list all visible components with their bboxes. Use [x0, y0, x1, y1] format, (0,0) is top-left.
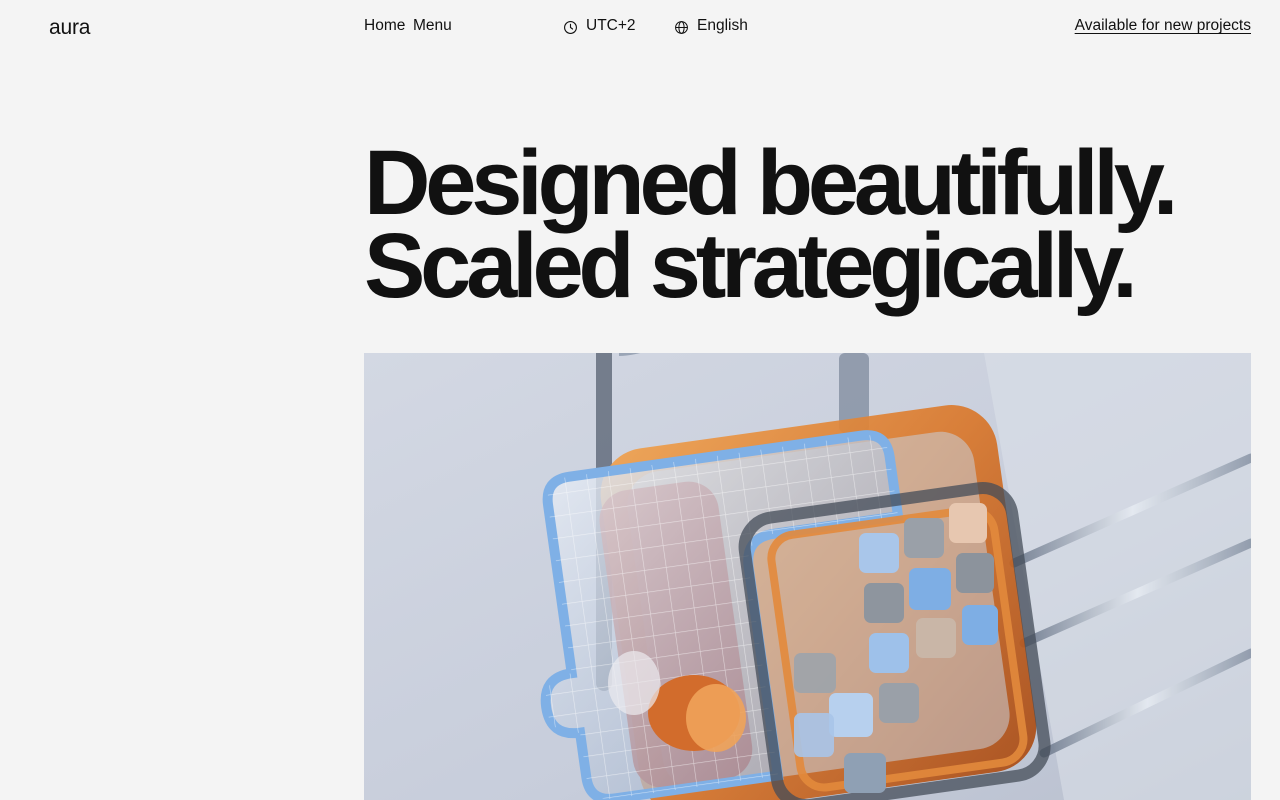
logo[interactable]: aura: [49, 16, 90, 40]
nav-link-home[interactable]: Home: [364, 17, 405, 35]
clock-icon: [563, 18, 578, 35]
glass-puzzle-illustration: [364, 353, 1251, 800]
top-nav-bar: aura Home Menu UTC+2 English Available f…: [0, 0, 1280, 56]
headline-line-2: Scaled strategically.: [364, 215, 1138, 317]
globe-icon: [674, 18, 689, 35]
language-selector[interactable]: English: [674, 17, 748, 35]
language-label: English: [697, 17, 748, 34]
hero-headline: Designed beautifully. Scaled strategical…: [364, 132, 1254, 317]
nav-link-menu[interactable]: Menu: [413, 17, 452, 35]
availability-link[interactable]: Available for new projects: [1075, 17, 1251, 35]
timezone-label: UTC+2: [586, 17, 636, 34]
headline-line-1: Designed beautifully.: [364, 132, 1178, 234]
timezone-indicator: UTC+2: [563, 17, 636, 35]
hero-image: [364, 353, 1251, 800]
